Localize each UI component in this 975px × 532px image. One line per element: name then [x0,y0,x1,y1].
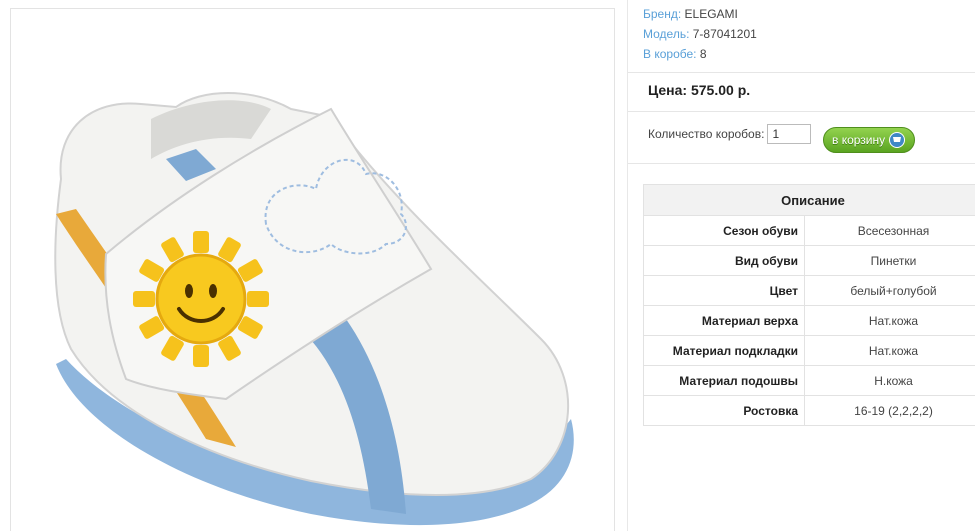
spec-value: Пинетки [805,246,975,276]
box-count-row: В коробе: 8 [643,44,757,64]
spec-key: Ростовка [644,396,805,426]
description-title: Описание [644,185,975,216]
spec-key: Материал верха [644,306,805,336]
spec-value: 16-19 (2,2,2,2) [805,396,975,426]
spec-key: Вид обуви [644,246,805,276]
quantity-label: Количество коробов: [648,127,764,141]
cart-icon [889,132,905,148]
box-label: В коробе: [643,47,697,61]
product-image[interactable] [10,8,615,531]
brand-label: Бренд: [643,7,681,21]
box-value: 8 [700,47,707,61]
quantity-row: Количество коробов: [648,124,811,144]
model-row: Модель: 7-87041201 [643,24,757,44]
model-value: 7-87041201 [693,27,757,41]
divider [628,111,975,112]
add-to-cart-label: в корзину [832,133,885,147]
brand-value: ELEGAMI [685,7,738,21]
spec-value: Н.кожа [805,366,975,396]
table-row: Материал подошвы Н.кожа [644,366,975,396]
spec-key: Материал подкладки [644,336,805,366]
spec-value: Всесезонная [805,216,975,246]
baby-shoe-illustration [11,9,616,532]
table-row: Ростовка 16-19 (2,2,2,2) [644,396,975,426]
price: Цена: 575.00 р. [648,82,750,98]
column-divider [627,0,628,531]
description-table: Описание Сезон обуви Всесезонная Вид обу… [643,184,975,426]
table-row: Материал подкладки Нат.кожа [644,336,975,366]
product-meta: Бренд: ELEGAMI Модель: 7-87041201 В коро… [643,4,757,64]
model-label: Модель: [643,27,689,41]
description-header-row: Описание [644,185,975,216]
brand-row: Бренд: ELEGAMI [643,4,757,24]
spec-value: Нат.кожа [805,306,975,336]
spec-key: Сезон обуви [644,216,805,246]
spec-key: Материал подошвы [644,366,805,396]
table-row: Материал верха Нат.кожа [644,306,975,336]
spec-key: Цвет [644,276,805,306]
quantity-input[interactable] [767,124,811,144]
table-row: Сезон обуви Всесезонная [644,216,975,246]
table-row: Вид обуви Пинетки [644,246,975,276]
divider [628,163,975,164]
divider [628,72,975,73]
spec-value: белый+голубой [805,276,975,306]
add-to-cart-button[interactable]: в корзину [823,127,915,153]
table-row: Цвет белый+голубой [644,276,975,306]
spec-value: Нат.кожа [805,336,975,366]
